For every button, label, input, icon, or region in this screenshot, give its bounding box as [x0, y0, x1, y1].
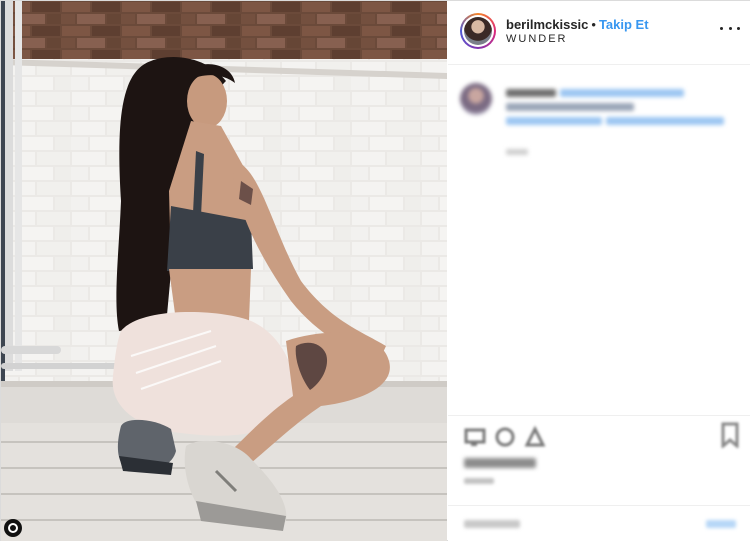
caption-comment	[460, 83, 740, 173]
caption-mention[interactable]	[560, 89, 684, 97]
user-tag-icon[interactable]	[4, 519, 22, 537]
username-link[interactable]: berilmckissic	[506, 17, 588, 32]
add-comment-bar	[448, 505, 750, 541]
separator-dot: •	[591, 17, 596, 32]
avatar-image	[464, 17, 492, 45]
commenter-avatar[interactable]	[460, 83, 492, 115]
more-options-icon[interactable]	[720, 21, 740, 35]
caption-text-line	[506, 103, 634, 111]
user-line: berilmckissic • Takip Et	[506, 17, 649, 33]
comment-time	[506, 149, 528, 155]
post-comment-button[interactable]	[706, 520, 736, 528]
commenter-username[interactable]	[506, 89, 556, 97]
bookmark-icon[interactable]	[720, 422, 740, 448]
post-photo[interactable]	[1, 1, 447, 541]
photo-illustration	[1, 1, 447, 541]
likes-count[interactable]	[464, 458, 536, 468]
caption-hashtag[interactable]	[606, 117, 724, 125]
heart-icon[interactable]	[464, 426, 486, 448]
post-date	[464, 478, 494, 484]
comment-input[interactable]	[464, 520, 520, 528]
action-bar	[448, 415, 750, 505]
instagram-post-frame: berilmckissic • Takip Et WUNDER	[0, 0, 750, 541]
share-icon[interactable]	[524, 426, 546, 448]
location-link[interactable]: WUNDER	[506, 33, 568, 45]
post-header: berilmckissic • Takip Et WUNDER	[448, 1, 750, 65]
avatar[interactable]	[460, 13, 496, 49]
comment-icon[interactable]	[494, 426, 516, 448]
post-side-panel: berilmckissic • Takip Et WUNDER	[448, 1, 750, 541]
follow-button[interactable]: Takip Et	[599, 17, 649, 32]
caption-hashtag[interactable]	[506, 117, 602, 125]
